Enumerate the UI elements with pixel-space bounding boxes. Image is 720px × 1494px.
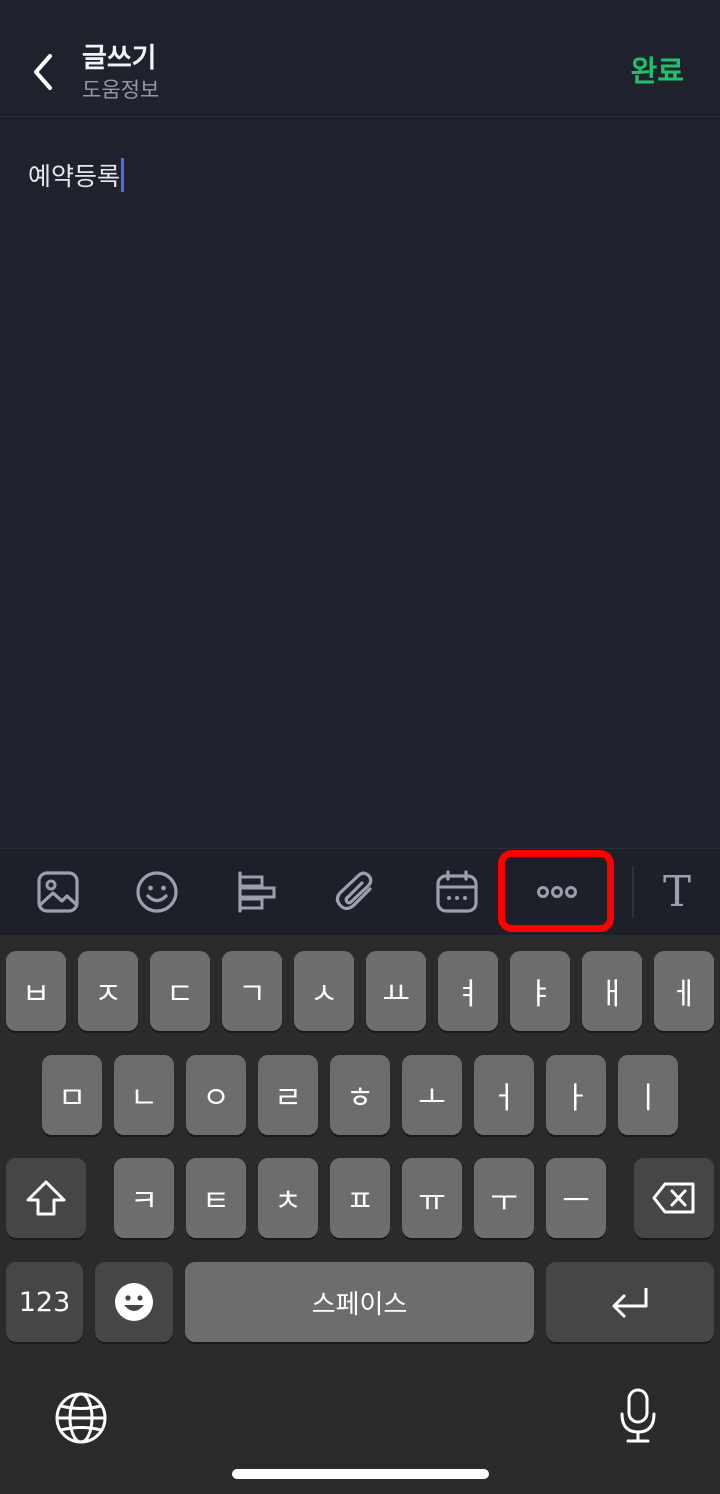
emoji-icon[interactable] [132, 867, 182, 917]
key-label: ㄷ [166, 977, 194, 1012]
backspace-icon [652, 1182, 695, 1214]
key-r1-8[interactable]: ㅐ [582, 951, 642, 1031]
numbers-key[interactable]: 123 [6, 1262, 83, 1342]
microphone-icon[interactable] [618, 1387, 658, 1449]
shift-key[interactable] [6, 1158, 86, 1238]
key-r1-3[interactable]: ㄱ [222, 951, 282, 1031]
key-label: ㅁ [58, 1081, 86, 1116]
key-label: ㅅ [310, 977, 338, 1012]
key-label: ㅇ [202, 1081, 230, 1116]
key-label: ㄱ [238, 977, 266, 1012]
key-r1-1[interactable]: ㅈ [78, 951, 138, 1031]
key-r2-2[interactable]: ㅇ [186, 1055, 246, 1135]
key-r3-1[interactable]: ㅌ [186, 1158, 246, 1238]
key-label: ㅋ [130, 1184, 158, 1219]
page-subtitle: 도움정보 [82, 78, 160, 102]
key-label: ㅕ [454, 977, 482, 1012]
shift-icon [26, 1180, 66, 1216]
header-bar: 글쓰기 도움정보 완료 [0, 0, 720, 117]
key-r3-0[interactable]: ㅋ [114, 1158, 174, 1238]
editor-text-area[interactable]: 예약등록 [28, 157, 125, 193]
key-label: ㄴ [130, 1081, 158, 1116]
key-r2-4[interactable]: ㅎ [330, 1055, 390, 1135]
key-label: ㅔ [670, 977, 698, 1012]
key-r1-7[interactable]: ㅑ [510, 951, 570, 1031]
key-r2-7[interactable]: ㅏ [546, 1055, 606, 1135]
key-label: ㅍ [346, 1184, 374, 1219]
key-label: ㅈ [94, 977, 122, 1012]
back-icon[interactable] [28, 50, 62, 94]
key-label: ㅛ [382, 977, 410, 1012]
key-r3-4[interactable]: ㅠ [402, 1158, 462, 1238]
key-label: 123 [18, 1286, 71, 1318]
toolbar-divider [632, 866, 634, 918]
backspace-key[interactable] [634, 1158, 714, 1238]
return-key[interactable] [546, 1262, 714, 1342]
key-r2-8[interactable]: ㅣ [618, 1055, 678, 1135]
key-label: ㅂ [22, 977, 50, 1012]
key-r3-6[interactable]: ㅡ [546, 1158, 606, 1238]
return-icon [612, 1288, 648, 1318]
text-caret [121, 158, 125, 192]
key-r3-2[interactable]: ㅊ [258, 1158, 318, 1238]
emoji-key[interactable] [95, 1262, 173, 1342]
key-r3-5[interactable]: ㅜ [474, 1158, 534, 1238]
key-label: ㅌ [202, 1184, 230, 1219]
home-indicator [232, 1469, 489, 1479]
key-label: ㅠ [418, 1184, 446, 1219]
post-editor[interactable]: 예약등록 [0, 117, 720, 847]
key-r1-9[interactable]: ㅔ [654, 951, 714, 1031]
key-label: ㅗ [418, 1081, 446, 1116]
key-r1-2[interactable]: ㄷ [150, 951, 210, 1031]
key-label: ㅑ [526, 977, 554, 1012]
key-label: 스페이스 [311, 1289, 408, 1320]
key-r1-6[interactable]: ㅕ [438, 951, 498, 1031]
align-icon[interactable] [232, 867, 282, 917]
keyboard: ㅂ ㅈ ㄷ ㄱ ㅅ ㅛ ㅕ ㅑ ㅐ ㅔ ㅁ ㄴ ㅇ ㄹ ㅎ ㅗ ㅓ ㅏ ㅣ ㅋ … [0, 935, 720, 1494]
key-label: ㅓ [490, 1081, 518, 1116]
key-r1-4[interactable]: ㅅ [294, 951, 354, 1031]
key-r2-3[interactable]: ㄹ [258, 1055, 318, 1135]
key-label: ㅎ [346, 1081, 374, 1116]
key-label: ㅐ [598, 977, 626, 1012]
key-r2-5[interactable]: ㅗ [402, 1055, 462, 1135]
editor-content: 예약등록 [28, 162, 121, 191]
attachment-icon[interactable] [332, 867, 382, 917]
editor-toolbar: T [0, 848, 720, 935]
key-label: ㅏ [562, 1081, 590, 1116]
key-r2-1[interactable]: ㄴ [114, 1055, 174, 1135]
key-label: ㅣ [634, 1081, 662, 1116]
globe-icon[interactable] [54, 1391, 108, 1449]
calendar-icon[interactable] [432, 867, 482, 917]
image-icon[interactable] [33, 867, 83, 917]
key-r2-0[interactable]: ㅁ [42, 1055, 102, 1135]
emoji-keyboard-icon [115, 1283, 153, 1321]
space-key[interactable]: 스페이스 [185, 1262, 534, 1342]
key-label: ㅜ [490, 1184, 518, 1219]
done-button[interactable]: 완료 [631, 48, 684, 90]
key-label: ㅡ [562, 1184, 590, 1219]
text-format-icon[interactable]: T [652, 867, 702, 917]
key-r1-5[interactable]: ㅛ [366, 951, 426, 1031]
key-label: ㅊ [274, 1184, 302, 1219]
key-r2-6[interactable]: ㅓ [474, 1055, 534, 1135]
page-title: 글쓰기 [82, 43, 157, 74]
key-r1-0[interactable]: ㅂ [6, 951, 66, 1031]
key-label: ㄹ [274, 1081, 302, 1116]
key-r3-3[interactable]: ㅍ [330, 1158, 390, 1238]
more-icon[interactable] [532, 867, 582, 917]
